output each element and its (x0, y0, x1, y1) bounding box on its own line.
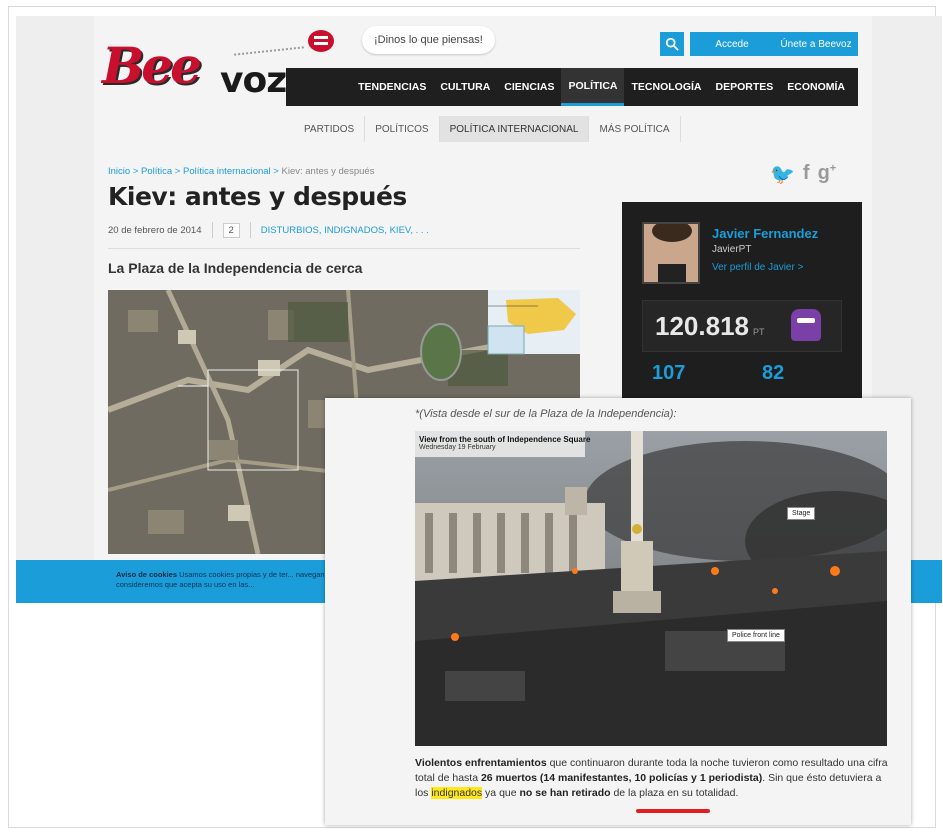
breadcrumb-internacional[interactable]: Política internacional (183, 166, 271, 177)
stat-b: 82 (762, 362, 785, 384)
subnav-politica-internacional[interactable]: POLÍTICA INTERNACIONAL (439, 116, 590, 142)
meta-divider (211, 222, 213, 238)
subnav-politicos[interactable]: POLÍTICOS (365, 116, 440, 142)
logo-bee-text: Bee (102, 36, 202, 95)
cookie-text: Aviso de cookies Usamos cookies propias … (116, 570, 356, 590)
red-underline-annotation (636, 809, 710, 813)
callout-police: Police front line (727, 629, 785, 642)
subnav-partidos[interactable]: PARTIDOS (294, 116, 366, 142)
excerpt-quote: *(Vista desde el sur de la Plaza de la I… (415, 408, 677, 420)
breadcrumb-sep: > (270, 166, 282, 177)
highlighted-word: indignados (431, 787, 483, 799)
body-bold-1: Violentos enfrentamientos (415, 757, 547, 769)
subnav-mas-politica[interactable]: MÁS POLÍTICA (589, 116, 681, 142)
social-icons: 🐦 f g+ (770, 162, 836, 187)
cookie-title: Aviso de cookies (116, 570, 177, 579)
points-value: 120.818 (655, 311, 749, 341)
comment-count[interactable]: 2 (222, 222, 240, 238)
breadcrumb-sep: > (172, 166, 183, 177)
nav-cultura[interactable]: CULTURA (433, 68, 497, 106)
account-bar: Accede Únete a Beevoz (690, 32, 858, 56)
points-box: 120.818 PT (642, 300, 842, 352)
search-icon (665, 37, 679, 51)
author-name[interactable]: Javier Fernandez (712, 226, 818, 241)
photo-title: View from the south of Independence Squa… (419, 435, 591, 444)
body-3: ya que (482, 787, 520, 799)
nav-tecnologia[interactable]: TECNOLOGÍA (624, 68, 708, 106)
breadcrumb-current: Kiev: antes y después (281, 166, 375, 177)
logo-voz-text: voz (220, 60, 287, 101)
nav-economia[interactable]: ECONOMÍA (780, 68, 852, 106)
login-button[interactable]: Accede (690, 39, 774, 50)
excerpt-body: Violentos enfrentamientos que continuaro… (415, 756, 895, 801)
callout-stage: Stage (787, 507, 816, 520)
body-bold-3: no se han retirado (519, 787, 611, 799)
main-nav: TENDENCIAS CULTURA CIENCIAS POLÍTICA TEC… (286, 68, 858, 106)
body-4: de la plaza en su totalidad. (610, 787, 739, 799)
breadcrumb-sep: > (130, 166, 142, 177)
body-bold-2: 26 muertos (14 manifestantes, 10 policía… (480, 772, 763, 784)
avatar[interactable] (642, 222, 700, 284)
monster-mascot-icon (791, 309, 821, 341)
facebook-icon[interactable]: f (803, 162, 810, 187)
twitter-icon[interactable]: 🐦 (770, 162, 795, 187)
breadcrumb-inicio[interactable]: Inicio (108, 166, 130, 177)
author-profile-card: Javier Fernandez JavierPT Ver perfil de … (622, 202, 862, 402)
breadcrumb-politica[interactable]: Política (141, 166, 172, 177)
article-meta: 20 de febrero de 2014 2 DISTURBIOS, INDI… (108, 222, 429, 238)
sub-nav: PARTIDOS POLÍTICOS POLÍTICA INTERNACIONA… (294, 116, 681, 142)
nav-politica[interactable]: POLÍTICA (561, 68, 625, 106)
article-tags[interactable]: DISTURBIOS, INDIGNADOS, KIEV, . . . (261, 225, 429, 236)
author-handle: JavierPT (712, 244, 752, 255)
feedback-bubble[interactable]: ¡Dinos lo que piensas! (362, 26, 495, 54)
nav-tendencias[interactable]: TENDENCIAS (351, 68, 433, 106)
gplus-icon[interactable]: g+ (818, 162, 837, 187)
square-photo: View from the south of Independence Squa… (415, 431, 887, 746)
breadcrumb: Inicio > Política > Política internacion… (108, 166, 374, 177)
divider (108, 248, 580, 249)
photo-subtitle: Wednesday 19 February (419, 444, 496, 451)
nav-ciencias[interactable]: CIENCIAS (497, 68, 561, 106)
zoomed-article-excerpt: *(Vista desde el sur de la Plaza de la I… (325, 398, 911, 825)
square-photo-graphic (415, 431, 887, 746)
points-unit: PT (753, 327, 765, 337)
register-button[interactable]: Únete a Beevoz (774, 39, 858, 50)
bee-icon (308, 30, 334, 52)
stat-a: 107 (652, 362, 686, 384)
article-title: Kiev: antes y después (108, 182, 407, 211)
article-date: 20 de febrero de 2014 (108, 224, 202, 236)
article-subtitle: La Plaza de la Independencia de cerca (108, 260, 363, 276)
meta-divider (249, 222, 251, 238)
search-button[interactable] (660, 32, 684, 56)
nav-deportes[interactable]: DEPORTES (708, 68, 780, 106)
author-profile-link[interactable]: Ver perfil de Javier > (712, 262, 803, 273)
